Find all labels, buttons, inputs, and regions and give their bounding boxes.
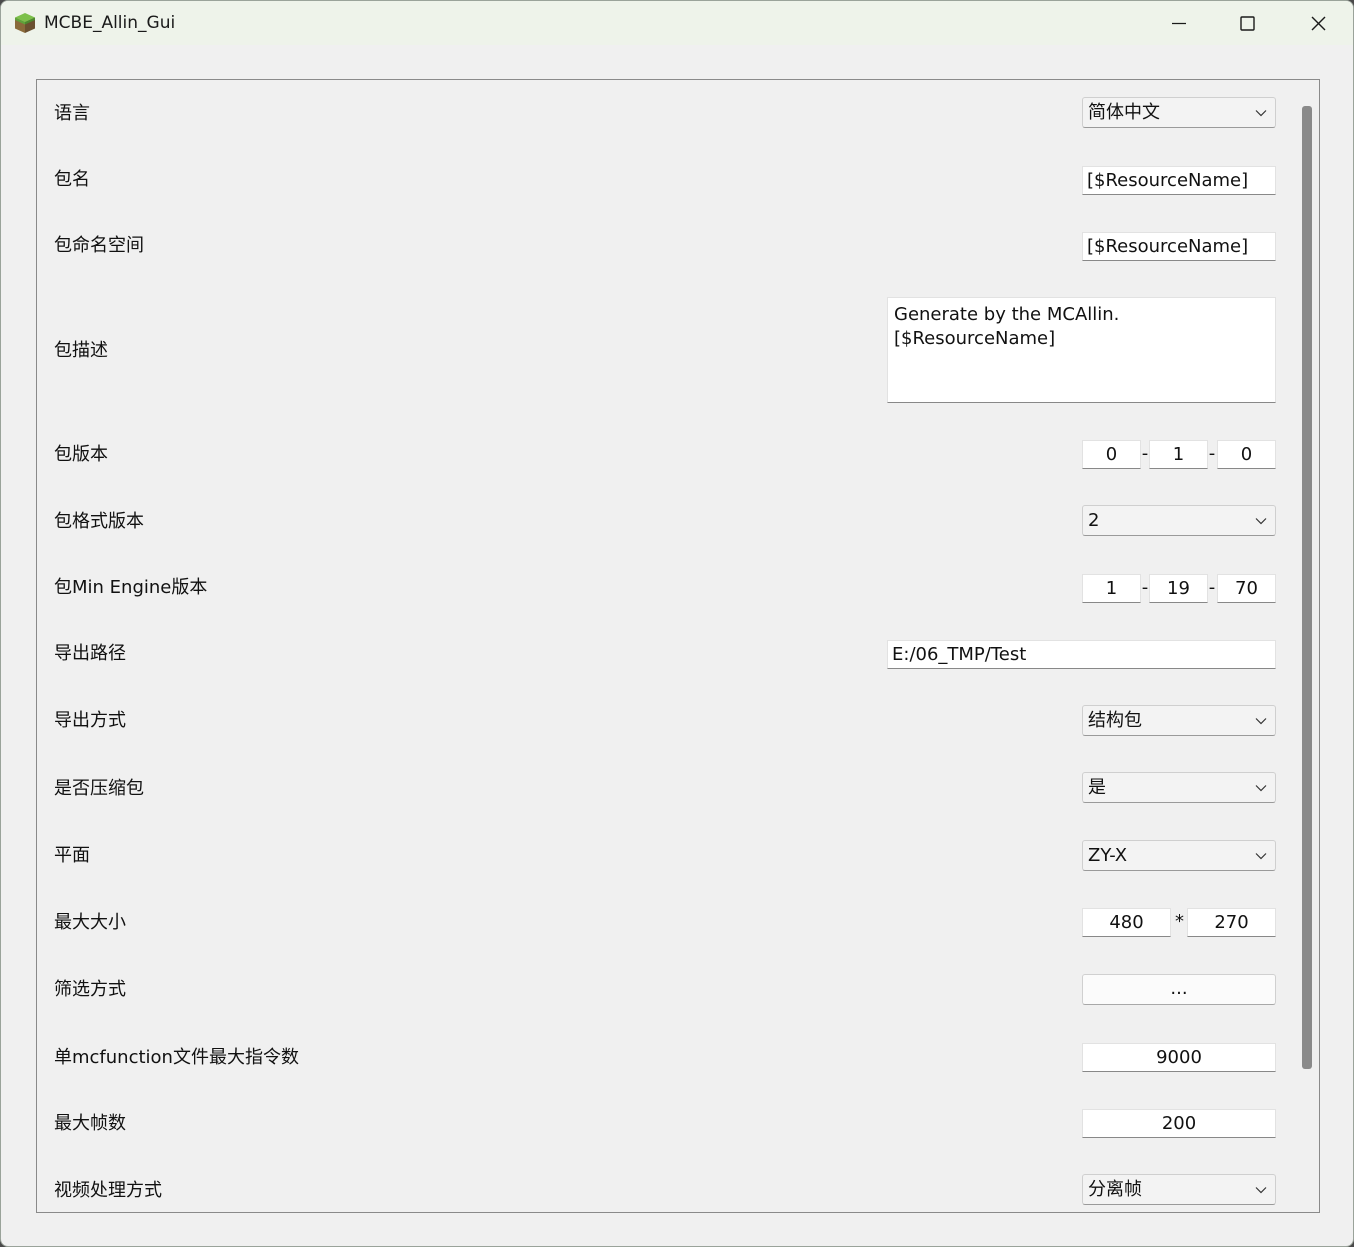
plane-value: ZY-X <box>1088 845 1128 866</box>
compress-label: 是否压缩包 <box>54 778 144 799</box>
format-version-label: 包格式版本 <box>54 511 144 532</box>
plane-select[interactable]: ZY-X <box>1082 840 1276 871</box>
version-separator: - <box>1208 577 1216 598</box>
compress-value: 是 <box>1088 777 1106 798</box>
description-line-2: [$ResourceName] <box>894 328 1056 349</box>
version-separator: - <box>1208 443 1216 464</box>
video-mode-label: 视频处理方式 <box>54 1180 162 1201</box>
settings-panel: 语言 简体中文 包名 [$ResourceName] 包命名空间 [$Resou… <box>36 79 1320 1213</box>
chevron-down-icon <box>1255 518 1267 525</box>
plane-label: 平面 <box>54 845 90 866</box>
app-window: MCBE_Allin_Gui 语言 简体中文 包名 [$ResourceName… <box>0 0 1354 1247</box>
pack-namespace-input[interactable]: [$ResourceName] <box>1082 232 1276 261</box>
title-bar: MCBE_Allin_Gui <box>1 1 1353 45</box>
maximize-icon <box>1240 16 1255 31</box>
size-separator: * <box>1175 911 1184 932</box>
maximize-button[interactable] <box>1225 1 1271 45</box>
max-frames-label: 最大帧数 <box>54 1113 126 1134</box>
language-label: 语言 <box>54 103 90 124</box>
max-frames-input[interactable]: 200 <box>1082 1109 1276 1138</box>
min-engine-major[interactable]: 1 <box>1082 574 1141 603</box>
pack-version-minor[interactable]: 1 <box>1149 440 1208 469</box>
chevron-down-icon <box>1255 785 1267 792</box>
format-version-select[interactable]: 2 <box>1082 505 1276 536</box>
min-engine-patch[interactable]: 70 <box>1217 574 1276 603</box>
window-title: MCBE_Allin_Gui <box>44 13 176 33</box>
version-separator: - <box>1141 443 1149 464</box>
filter-mode-label: 筛选方式 <box>54 979 126 1000</box>
video-mode-select[interactable]: 分离帧 <box>1082 1174 1276 1205</box>
vertical-scrollbar[interactable] <box>1293 80 1319 1212</box>
export-mode-select[interactable]: 结构包 <box>1082 705 1276 736</box>
filter-mode-button[interactable]: ... <box>1082 974 1276 1005</box>
version-separator: - <box>1141 577 1149 598</box>
export-path-input[interactable]: E:/06_TMP/Test <box>887 640 1276 669</box>
export-mode-value: 结构包 <box>1088 710 1142 731</box>
language-select[interactable]: 简体中文 <box>1082 97 1276 128</box>
max-size-label: 最大大小 <box>54 912 126 933</box>
pack-version-major[interactable]: 0 <box>1082 440 1141 469</box>
max-size-height-input[interactable]: 270 <box>1187 908 1276 937</box>
chevron-down-icon <box>1255 1187 1267 1194</box>
close-button[interactable] <box>1296 1 1342 45</box>
grass-block-icon <box>15 13 35 33</box>
min-engine-minor[interactable]: 19 <box>1149 574 1208 603</box>
export-mode-label: 导出方式 <box>54 710 126 731</box>
max-size-width-input[interactable]: 480 <box>1082 908 1171 937</box>
min-engine-label: 包Min Engine版本 <box>54 577 208 598</box>
description-line-1: Generate by the MCAllin. <box>894 304 1120 325</box>
max-commands-label: 单mcfunction文件最大指令数 <box>54 1047 299 1068</box>
pack-version-label: 包版本 <box>54 444 108 465</box>
scrollbar-thumb[interactable] <box>1302 106 1312 1069</box>
minimize-icon <box>1172 22 1186 25</box>
compress-select[interactable]: 是 <box>1082 772 1276 803</box>
pack-description-textarea[interactable]: Generate by the MCAllin. [$ResourceName] <box>887 297 1276 403</box>
close-icon <box>1311 16 1326 31</box>
chevron-down-icon <box>1255 110 1267 117</box>
chevron-down-icon <box>1255 718 1267 725</box>
minimize-button[interactable] <box>1157 1 1203 45</box>
max-commands-input[interactable]: 9000 <box>1082 1043 1276 1072</box>
pack-name-input[interactable]: [$ResourceName] <box>1082 166 1276 195</box>
pack-version-patch[interactable]: 0 <box>1217 440 1276 469</box>
chevron-down-icon <box>1255 853 1267 860</box>
format-version-value: 2 <box>1088 510 1100 531</box>
export-path-label: 导出路径 <box>54 643 126 664</box>
pack-description-label: 包描述 <box>54 340 108 361</box>
pack-namespace-label: 包命名空间 <box>54 235 144 256</box>
language-value: 简体中文 <box>1088 102 1160 123</box>
pack-name-label: 包名 <box>54 169 90 190</box>
video-mode-value: 分离帧 <box>1088 1179 1142 1200</box>
